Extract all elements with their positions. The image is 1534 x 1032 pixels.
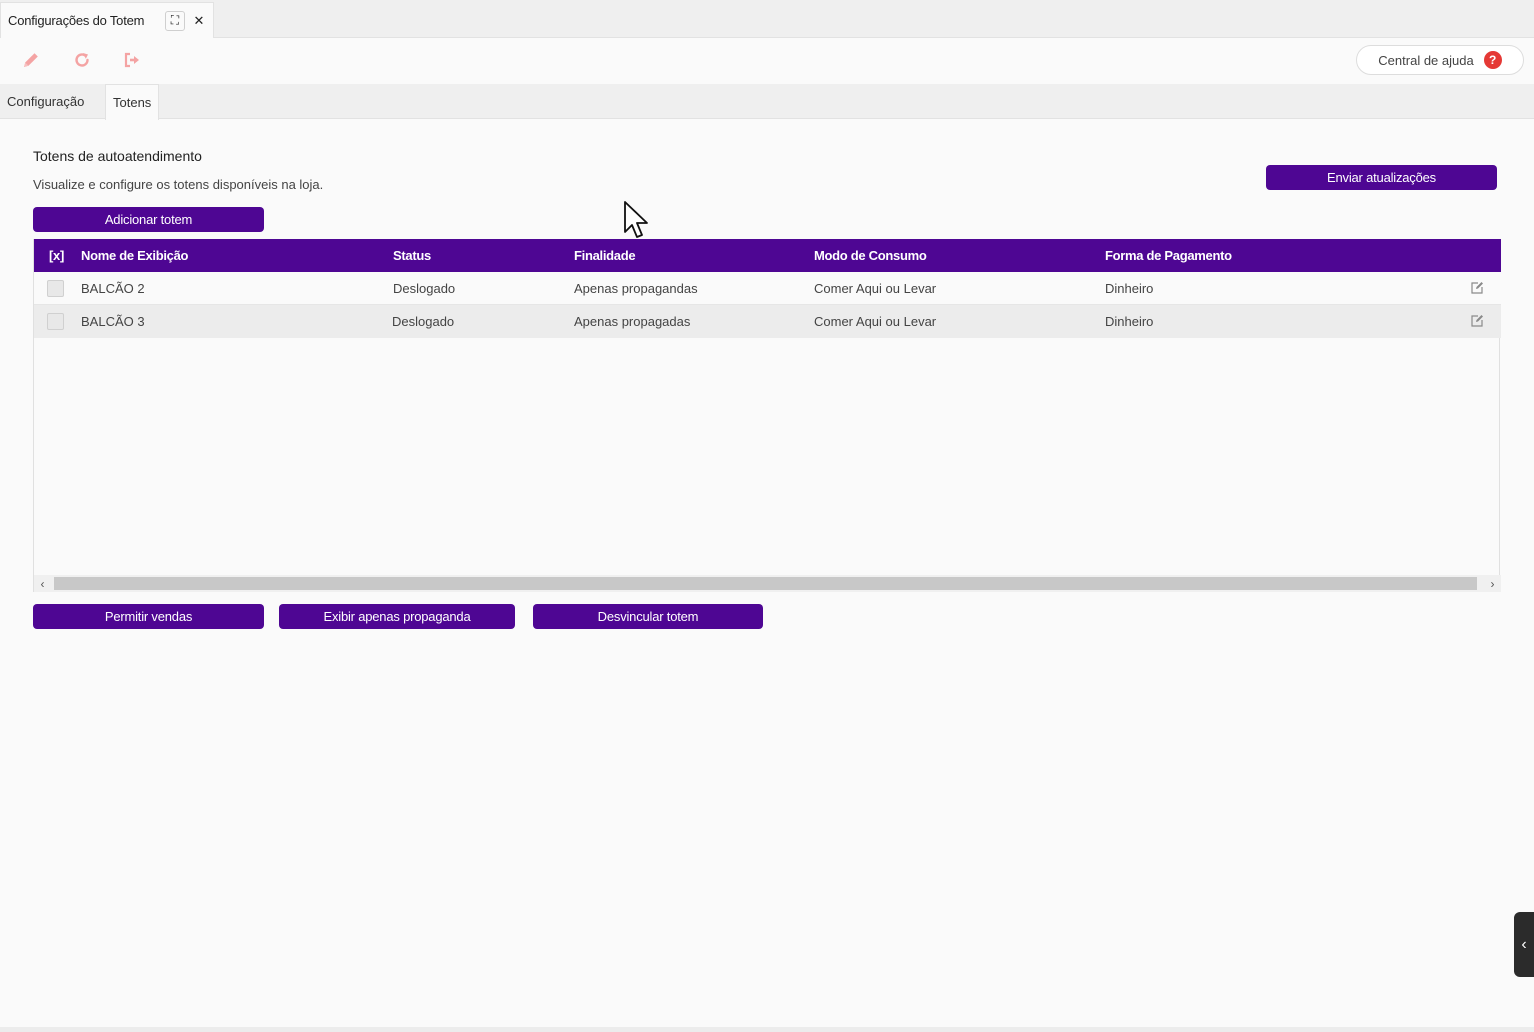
column-header-status[interactable]: Status [393,239,431,272]
toolbar: Central de ajuda ? [0,38,1534,84]
scroll-left-icon[interactable]: ‹ [34,575,51,592]
tab-totens[interactable]: Totens [105,84,160,120]
pencil-icon[interactable] [18,47,44,73]
cell-purpose: Apenas propagandas [574,281,698,296]
unlink-totem-button[interactable]: Desvincular totem [533,604,763,629]
column-header-payment[interactable]: Forma de Pagamento [1105,239,1232,272]
expand-icon[interactable]: ⛶ [165,10,185,31]
cell-purpose: Apenas propagadas [574,314,691,329]
cell-status: Deslogado [392,314,455,329]
column-header-purpose[interactable]: Finalidade [574,239,636,272]
column-header-consumption[interactable]: Modo de Consumo [814,239,927,272]
edit-icon[interactable] [1470,314,1484,328]
totems-table: [x] Nome de Exibição Status Finalidade M… [33,239,1501,592]
row-checkbox[interactable] [47,313,64,330]
cell-payment: Dinheiro [1105,281,1154,296]
section-description: Visualize e configure os totens disponív… [33,177,324,192]
scroll-right-icon[interactable]: › [1484,575,1501,592]
column-header-name[interactable]: Nome de Exibição [81,239,188,272]
sign-out-icon[interactable] [119,47,145,73]
add-totem-button[interactable]: Adicionar totem [33,207,264,232]
table-header: [x] Nome de Exibição Status Finalidade M… [34,239,1501,272]
section-title: Totens de autoatendimento [33,148,202,164]
window-title: Configurações do Totem [8,13,145,28]
refresh-icon[interactable] [69,47,95,73]
page-tabs: Configuração Totens [0,84,1534,120]
help-center-button[interactable]: Central de ajuda ? [1356,45,1524,75]
allow-sales-button[interactable]: Permitir vendas [33,604,264,629]
horizontal-scrollbar[interactable]: ‹ › [34,575,1501,592]
window-tabstrip: Configurações do Totem ⛶ ✕ [0,0,1534,38]
row-checkbox[interactable] [47,280,64,297]
mouse-cursor-icon [624,201,648,238]
table-row[interactable]: BALCÃO 2 Deslogado Apenas propagandas Co… [34,272,1501,305]
help-center-label: Central de ajuda [1378,52,1474,68]
ads-only-button[interactable]: Exibir apenas propaganda [279,604,515,629]
window-tab[interactable]: Configurações do Totem ⛶ ✕ [0,2,214,38]
cell-consumption: Comer Aqui ou Levar [814,314,937,329]
cell-name: BALCÃO 3 [81,314,145,329]
cell-consumption: Comer Aqui ou Levar [814,281,937,296]
close-icon[interactable]: ✕ [189,11,209,31]
send-updates-button[interactable]: Enviar atualizações [1266,165,1497,190]
bottom-border [0,1027,1534,1032]
cell-payment: Dinheiro [1105,314,1154,329]
cell-status: Deslogado [393,281,456,296]
help-icon: ? [1483,51,1502,69]
edit-icon[interactable] [1470,281,1484,295]
side-panel-toggle[interactable]: ‹ [1514,912,1534,977]
chevron-left-icon: ‹ [1521,935,1527,953]
cell-name: BALCÃO 2 [81,281,145,296]
tab-configuracao[interactable]: Configuração [0,84,91,119]
table-row[interactable]: BALCÃO 3 Deslogado Apenas propagadas Com… [34,305,1501,338]
scrollbar-thumb[interactable] [54,577,1477,590]
select-all-toggle[interactable]: [x] [49,239,64,272]
